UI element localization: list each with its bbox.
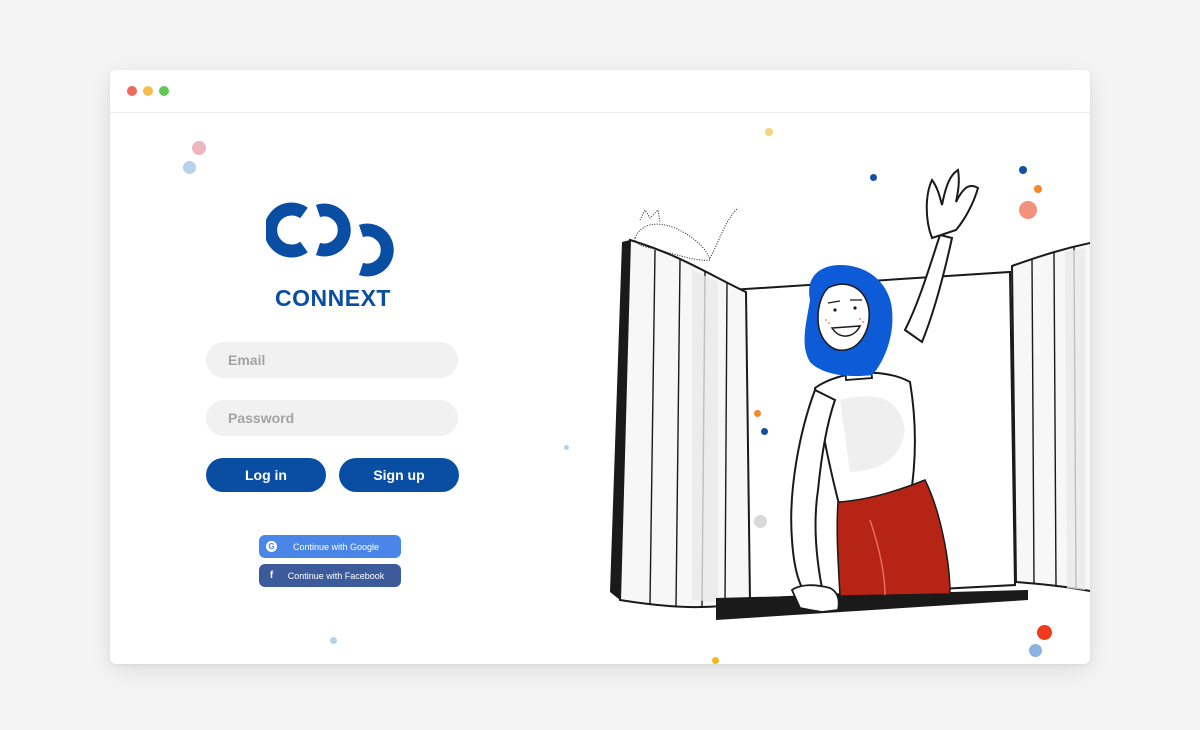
- confetti-dot: [192, 141, 206, 155]
- confetti-dot: [1034, 185, 1042, 193]
- confetti-dot: [754, 410, 761, 417]
- confetti-dot: [1029, 644, 1042, 657]
- confetti-dot: [765, 128, 773, 136]
- right-shutter: [1010, 242, 1090, 593]
- confetti-dot: [712, 657, 719, 664]
- confetti-dot: [754, 515, 767, 528]
- confetti-dot: [761, 428, 768, 435]
- confetti-dot: [564, 445, 569, 450]
- confetti-dot: [1037, 625, 1052, 640]
- window-illustration: [610, 168, 1090, 620]
- confetti-dot: [870, 174, 877, 181]
- browser-window: CONNEXT Log in Sign up G Continue with G…: [110, 70, 1090, 664]
- confetti-dot: [183, 161, 196, 174]
- confetti-dot: [1019, 166, 1027, 174]
- raised-hand: [925, 168, 980, 240]
- confetti-dot: [330, 637, 337, 644]
- face: [817, 283, 870, 351]
- left-shutter: [610, 238, 752, 609]
- confetti-dot: [1019, 201, 1037, 219]
- hand-on-sill: [790, 584, 840, 613]
